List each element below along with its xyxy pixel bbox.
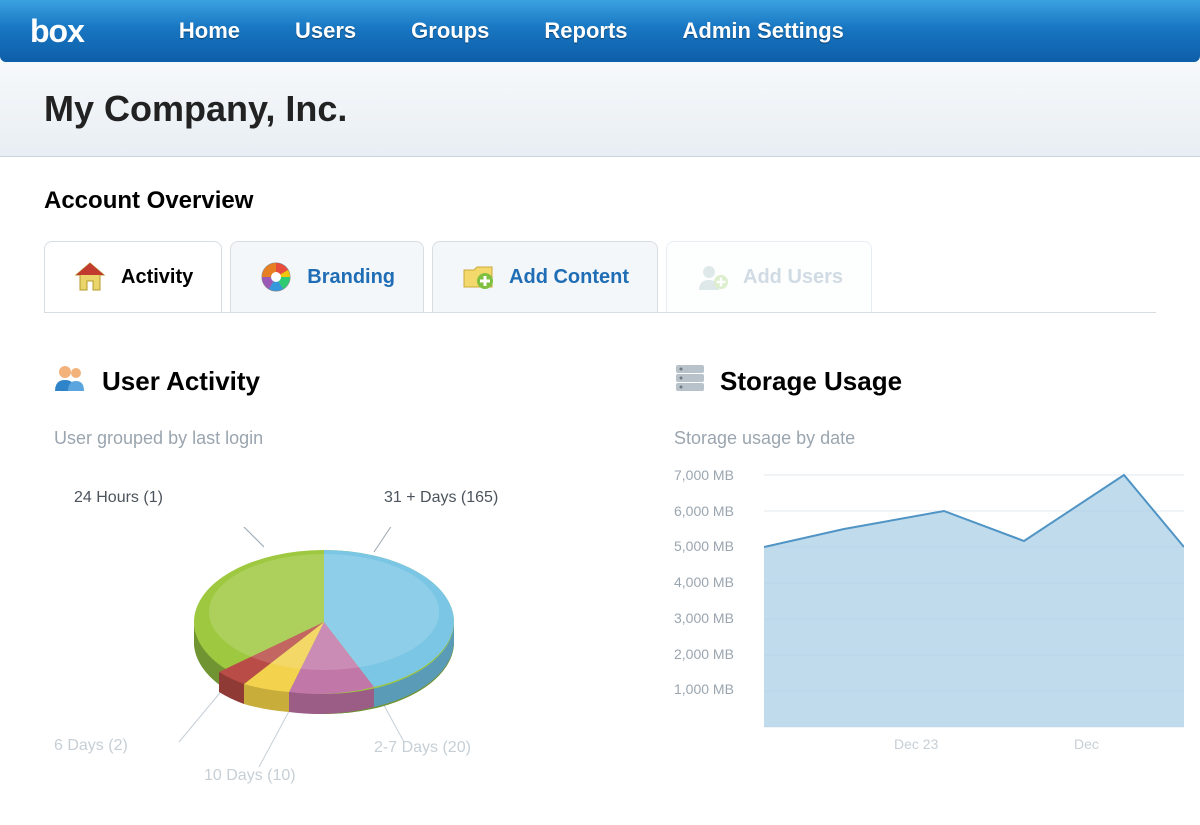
color-wheel-icon <box>259 260 293 294</box>
storage-title: Storage Usage <box>720 366 902 397</box>
nav-admin-settings[interactable]: Admin Settings <box>683 18 844 44</box>
pie-label-10d: 10 Days (10) <box>204 767 296 785</box>
tab-branding-label: Branding <box>307 266 395 289</box>
server-icon <box>674 363 706 400</box>
top-nav: box Home Users Groups Reports Admin Sett… <box>0 0 1200 62</box>
ytick: 6,000 MB <box>674 503 734 539</box>
company-title: My Company, Inc. <box>44 88 1156 130</box>
y-axis: 7,000 MB 6,000 MB 5,000 MB 4,000 MB 3,00… <box>674 467 734 717</box>
tab-add-users[interactable]: Add Users <box>666 241 872 312</box>
tab-add-users-label: Add Users <box>743 266 843 289</box>
ytick: 3,000 MB <box>674 610 734 646</box>
panel-storage-usage: Storage Usage Storage usage by date 7,00… <box>674 363 1184 787</box>
pie-svg <box>174 527 474 767</box>
user-activity-title: User Activity <box>102 366 260 397</box>
panel-user-activity: User Activity User grouped by last login… <box>54 363 614 787</box>
pie-label-31plus: 31 + Days (165) <box>384 489 498 507</box>
users-icon <box>54 363 88 400</box>
section-overview-title: Account Overview <box>44 187 1156 215</box>
area-chart: 7,000 MB 6,000 MB 5,000 MB 4,000 MB 3,00… <box>674 467 1184 767</box>
nav-users[interactable]: Users <box>295 18 356 44</box>
house-icon <box>73 260 107 294</box>
brand-logo[interactable]: box <box>30 13 84 50</box>
tab-add-content-label: Add Content <box>509 266 629 289</box>
pie-label-24h: 24 Hours (1) <box>74 489 163 507</box>
nav-groups[interactable]: Groups <box>411 18 489 44</box>
folder-plus-icon <box>461 260 495 294</box>
ytick: 2,000 MB <box>674 646 734 682</box>
tab-activity[interactable]: Activity <box>44 241 222 312</box>
xtick: Dec 23 <box>894 736 939 752</box>
pie-chart: 24 Hours (1) 31 + Days (165) 6 Days (2) … <box>54 467 574 787</box>
ytick: 5,000 MB <box>674 538 734 574</box>
content: Account Overview Activity <box>0 157 1200 787</box>
nav-home[interactable]: Home <box>179 18 240 44</box>
area-svg: Dec 23 Dec <box>764 467 1184 757</box>
user-activity-subtitle: User grouped by last login <box>54 428 614 449</box>
ytick: 4,000 MB <box>674 574 734 610</box>
tab-activity-label: Activity <box>121 266 193 289</box>
nav-reports[interactable]: Reports <box>544 18 627 44</box>
tab-add-content[interactable]: Add Content <box>432 241 658 312</box>
xtick: Dec <box>1074 736 1099 752</box>
page-header: My Company, Inc. <box>0 62 1200 157</box>
storage-subtitle: Storage usage by date <box>674 428 1184 449</box>
pie-label-6d: 6 Days (2) <box>54 737 128 755</box>
ytick: 7,000 MB <box>674 467 734 503</box>
tab-branding[interactable]: Branding <box>230 241 424 312</box>
overview-tabs: Activity Branding <box>44 241 1156 313</box>
panels: User Activity User grouped by last login… <box>44 313 1156 787</box>
ytick: 1,000 MB <box>674 681 734 717</box>
user-plus-icon <box>695 260 729 294</box>
